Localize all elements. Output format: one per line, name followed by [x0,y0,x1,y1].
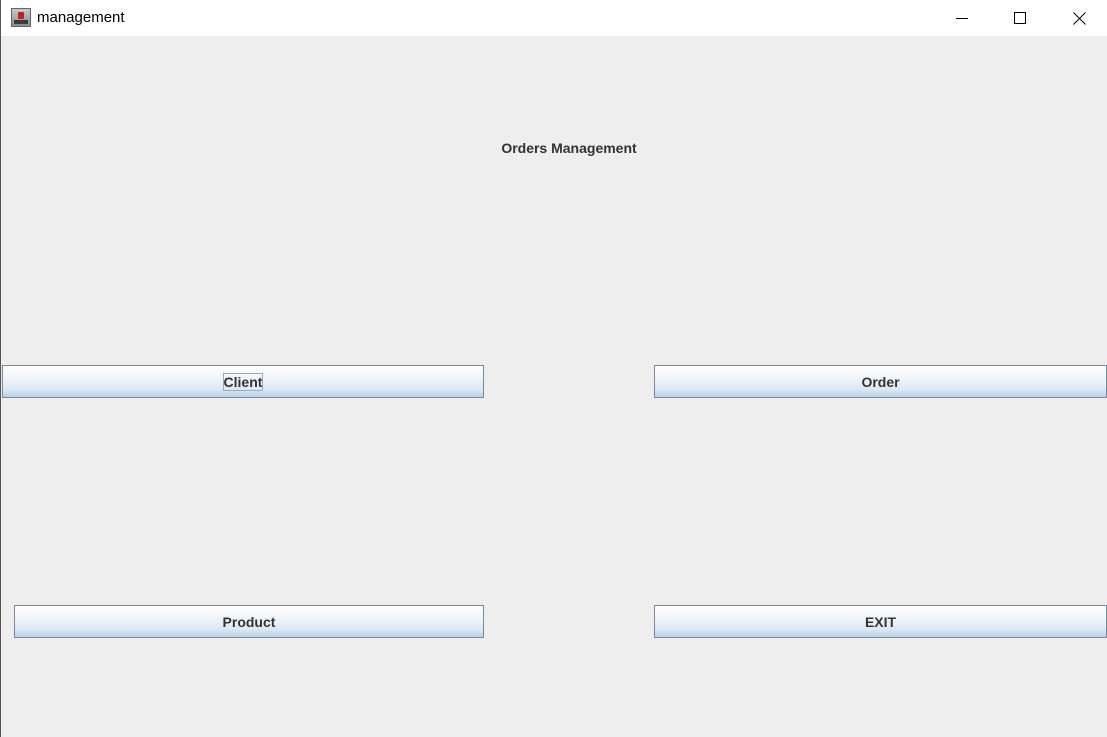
exit-button[interactable]: EXIT [654,605,1107,638]
page-title: Orders Management [501,140,637,156]
minimize-button[interactable] [939,0,985,36]
java-app-icon[interactable] [11,8,31,27]
product-button[interactable]: Product [14,605,484,638]
client-button[interactable]: Client [2,365,484,398]
exit-button-label: EXIT [864,613,897,630]
close-icon [1072,11,1086,25]
main-panel: Orders Management Client Order Product E… [1,36,1107,737]
client-button-label: Client [222,372,264,391]
product-button-label: Product [222,613,276,630]
order-button-label: Order [861,373,900,390]
application-window: management Orders Management Client Orde… [0,0,1107,737]
maximize-icon [1014,12,1026,24]
close-button[interactable] [1056,0,1102,36]
window-title: management [37,9,125,26]
order-button[interactable]: Order [654,365,1107,398]
title-bar[interactable]: management [1,0,1107,36]
maximize-button[interactable] [997,0,1043,36]
minimize-icon [956,18,968,19]
